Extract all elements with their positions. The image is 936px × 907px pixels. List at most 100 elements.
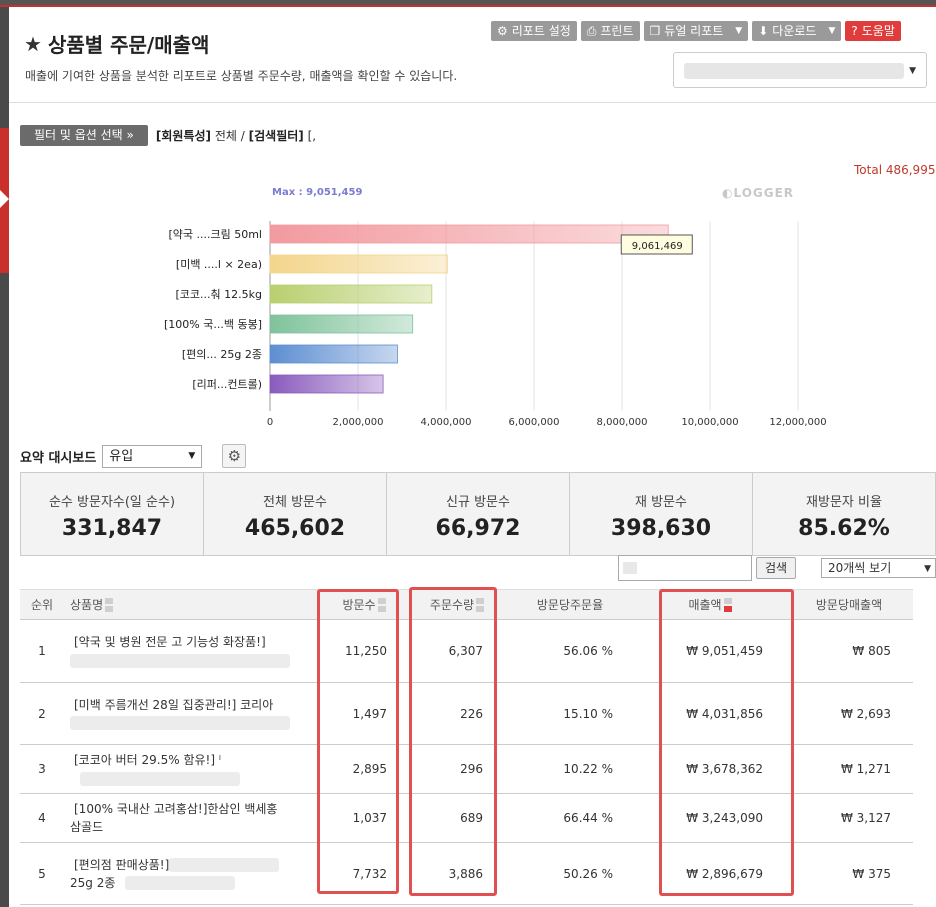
chevron-down-icon: ▼ [909,66,916,76]
print-button[interactable]: ⎙ 프린트 [580,21,640,41]
col-orders[interactable]: 주문수량 [409,589,505,620]
chevron-down-icon: ▼ [924,564,931,574]
stat-label: 재 방문수 [635,495,687,510]
gear-icon: ⚙ [227,447,242,465]
product-name-cell[interactable]: [편의점 판매상품!] 25g 2종 [64,842,319,905]
search-filter-label: [검색필터] [248,129,304,143]
product-name-line2: 삼골드 [70,820,104,834]
stat-value: 331,847 [61,516,163,541]
table-row[interactable]: 1 [약국 및 병원 전문 고 기능성 화장품!] 11,250 6,307 5… [20,619,913,683]
help-label: 도움말 [861,24,895,38]
search-button[interactable]: 검색 [756,557,797,579]
report-settings-label: 리포트 설정 [511,24,571,38]
col-conversion: 방문당주문율 [505,589,635,620]
sidebar-toggle-arrow-icon[interactable] [0,190,9,208]
col-visits[interactable]: 방문수 [319,589,409,620]
settings-gear-button[interactable]: ⚙ [222,444,247,468]
page-size-select[interactable]: 20개씩 보기 ▼ [821,558,936,578]
site-select[interactable]: ▼ [673,52,927,88]
sort-desc-icon[interactable] [723,597,732,613]
summary-select-value: 유입 [109,448,134,464]
visits-cell: 1,037 [319,793,409,843]
col-rank: 순위 [20,589,64,620]
member-filter-value: 전체 / [214,129,245,143]
page-title-text: 상품별 주문/매출액 [47,33,210,57]
print-label: 프린트 [600,24,634,38]
page-title: ★ 상품별 주문/매출액 [24,29,209,58]
stat-value: 85.62% [798,516,890,541]
x-tick-label: 2,000,000 [333,417,384,427]
conversion-cell: 15.10 % [505,682,635,745]
copy-icon: ❐ [649,24,661,38]
stat-value: 398,630 [610,516,712,541]
site-select-value [684,63,904,79]
rank-cell: 3 [20,744,64,794]
download-icon: ⬇ [758,24,769,38]
visits-cell: 2,895 [319,744,409,794]
search-input[interactable] [618,555,752,581]
conversion-cell: 66.44 % [505,793,635,843]
col-sales[interactable]: 매출액 [635,589,785,620]
sort-icon[interactable] [377,597,386,613]
product-name-blurred [125,876,236,890]
toolbar: ⚙ 리포트 설정 ⎙ 프린트 ❐ 듀얼 리포트 ▼ ⬇ 다운로드 ▼ ? 도움말 [491,21,901,41]
page-size-value: 20개씩 보기 [828,561,892,575]
bar-chart: 0 2,000,000 4,000,000 6,000,000 8,000,000 10,… [164,221,827,427]
sales-per-visit-cell: ₩ 375 [785,842,913,905]
orders-cell: 226 [409,682,505,745]
col-sales-label: 매출액 [688,597,722,612]
rank-cell: 5 [20,842,64,905]
visits-cell: 7,732 [319,842,409,905]
table-row[interactable]: 5 [편의점 판매상품!] 25g 2종 7,732 3,886 50.26 % … [20,842,913,905]
logger-watermark-text: LOGGER [733,186,795,200]
dual-report-button[interactable]: ❐ 듀얼 리포트 ▼ [643,21,749,41]
col-name-label: 상품명 [70,597,104,612]
stat-value: 465,602 [244,516,346,541]
col-visits-label: 방문수 [342,597,376,612]
sales-per-visit-cell: ₩ 805 [785,619,913,683]
product-name-cell[interactable]: [100% 국내산 고려홍삼!]한삼인 백세홍삼골드 [64,793,319,843]
product-name-line1: [미백 주름개선 28일 집중관리!] 코리아 [74,697,274,712]
summary-select[interactable]: 유입 ▼ [102,444,203,468]
page-description: 매출에 기여한 상품을 분석한 리포트로 상품별 주문수량, 매출액을 확인할 … [25,69,458,83]
col-name[interactable]: 상품명 [64,589,319,620]
product-name-cell[interactable]: [약국 및 병원 전문 고 기능성 화장품!] [64,619,319,683]
category-label: [미백 ....l × 2ea) [176,258,262,271]
product-table: 순위 상품명 방문수 주문수량 방문당주문율 매출액 방문당매출액 1 [약국 … [20,589,913,905]
x-tick-label: 10,000,000 [681,417,738,427]
orders-cell: 6,307 [409,619,505,683]
product-name-line2: 25g 2종 [70,875,116,890]
caret-down-icon: ▼ [828,26,836,36]
sales-cell: ₩ 9,051,459 [635,619,785,683]
filter-options-button[interactable]: 필터 및 옵션 선택 » [20,125,148,146]
col-rank-label: 순위 [30,598,54,612]
product-name-line1-wrap: [편의점 판매상품!] [70,856,319,874]
chart-total: Total 486,995 [854,163,936,177]
col-sales-per-visit-label: 방문당매출액 [815,598,883,612]
table-row[interactable]: 3 [코코아 버터 29.5% 함유!] ˡ 2,895 296 10.22 %… [20,744,913,794]
sales-per-visit-cell: ₩ 3,127 [785,793,913,843]
table-row[interactable]: 4 [100% 국내산 고려홍삼!]한삼인 백세홍 삼골드 1,037 689 6… [20,793,913,843]
download-button[interactable]: ⬇ 다운로드 ▼ [752,21,842,41]
product-name-cell[interactable]: [미백 주름개선 28일 집중관리!] 코리아 [64,682,319,745]
page-header: ★ 상품별 주문/매출액 매출에 기여한 상품을 분석한 리포트로 상품별 주문… [9,7,936,103]
table-row[interactable]: 2 [미백 주름개선 28일 집중관리!] 코리아 1,497 226 15.1… [20,682,913,745]
stat-card: 순수 방문자수(일 순수) 331,847 [21,473,204,555]
x-tick-label: 4,000,000 [421,417,472,427]
conversion-cell: 56.06 % [505,619,635,683]
help-button[interactable]: ? 도움말 [845,21,901,41]
report-settings-button[interactable]: ⚙ 리포트 설정 [491,21,577,41]
product-name-cell[interactable]: [코코아 버터 29.5% 함유!] ˡ [64,744,319,794]
sort-icon[interactable] [476,597,485,613]
product-name-line1: [100% 국내산 고려홍삼!]한삼인 백세홍 [74,802,278,816]
sort-icon[interactable] [105,597,114,613]
stat-label: 전체 방문수 [263,495,327,510]
conversion-cell: 50.26 % [505,842,635,905]
orders-cell: 3,886 [409,842,505,905]
star-icon[interactable]: ★ [24,32,42,56]
category-label: [약국 ....크림 50ml [168,227,262,241]
category-label: [편의... 25g 2종 [182,348,262,361]
product-name-line1: [약국 및 병원 전문 고 기능성 화장품!] [74,635,266,649]
stat-label: 순수 방문자수(일 순수) [48,495,176,510]
sales-cell: ₩ 4,031,856 [635,682,785,745]
